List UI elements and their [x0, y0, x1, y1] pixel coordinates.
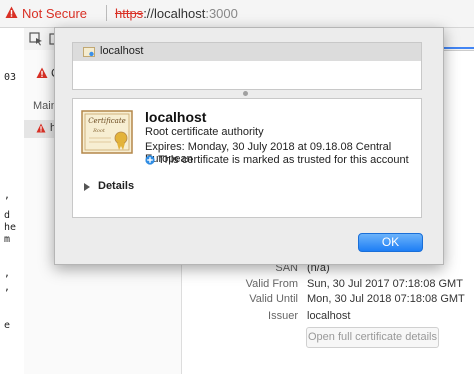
- certificate-small-icon: [83, 47, 95, 57]
- url-scheme: https: [115, 6, 144, 21]
- issuer-value: localhost: [307, 310, 351, 322]
- open-full-certificate-button[interactable]: Open full certificate details: [306, 327, 439, 348]
- url-host: ://localhost: [143, 6, 206, 21]
- valid-until-label: Valid Until: [249, 293, 298, 305]
- certificate-detail-panel: Certificate Root localhost Root certific…: [72, 98, 422, 218]
- trusted-plus-icon: [145, 155, 155, 165]
- code-fragment: 03: [4, 72, 17, 83]
- valid-until-value: Mon, 30 Jul 2018 07:18:08 GMT: [307, 293, 465, 305]
- issuer-label: Issuer: [268, 310, 298, 322]
- url-text[interactable]: https://localhost:3000: [115, 6, 238, 21]
- certificate-chain-item[interactable]: localhost: [73, 43, 421, 61]
- warning-triangle-icon: [36, 123, 46, 133]
- valid-from-value: Sun, 30 Jul 2017 07:18:08 GMT: [307, 278, 463, 290]
- certificate-type: Root certificate authority: [145, 126, 264, 138]
- warning-triangle-icon: [36, 67, 48, 78]
- code-fragment: ,: [4, 268, 11, 279]
- code-fragment: m: [4, 234, 11, 245]
- code-fragment: ,: [4, 190, 11, 201]
- code-fragment: he: [4, 222, 17, 233]
- certificate-name: localhost: [145, 109, 207, 125]
- details-toggle-label[interactable]: Details: [98, 180, 134, 192]
- certificate-icon-title: Certificate: [88, 117, 126, 125]
- warning-triangle-icon[interactable]: [5, 6, 18, 19]
- split-resize-handle[interactable]: [243, 91, 248, 96]
- disclosure-triangle-icon[interactable]: [83, 183, 91, 191]
- valid-from-label: Valid From: [245, 278, 298, 290]
- not-secure-label[interactable]: Not Secure: [22, 6, 87, 21]
- ok-button[interactable]: OK: [358, 233, 423, 252]
- code-fragment: ,: [4, 282, 11, 293]
- url-port: :3000: [205, 6, 238, 21]
- address-bar[interactable]: Not Secure https://localhost:3000: [0, 0, 474, 28]
- certificate-sheet: localhost Certificate Root localhost Roo…: [54, 27, 444, 265]
- certificate-trust-status: This certificate is marked as trusted fo…: [158, 154, 409, 166]
- code-fragment: d: [4, 210, 11, 221]
- code-fragment: e: [4, 320, 11, 331]
- certificate-chain-label: localhost: [100, 45, 144, 57]
- certificate-chain-list[interactable]: localhost: [72, 42, 422, 90]
- address-divider: [106, 5, 107, 21]
- certificate-icon-subtitle: Root: [92, 128, 106, 134]
- inspect-cursor-icon[interactable]: [29, 32, 43, 46]
- certificate-icon: Certificate Root: [81, 110, 133, 154]
